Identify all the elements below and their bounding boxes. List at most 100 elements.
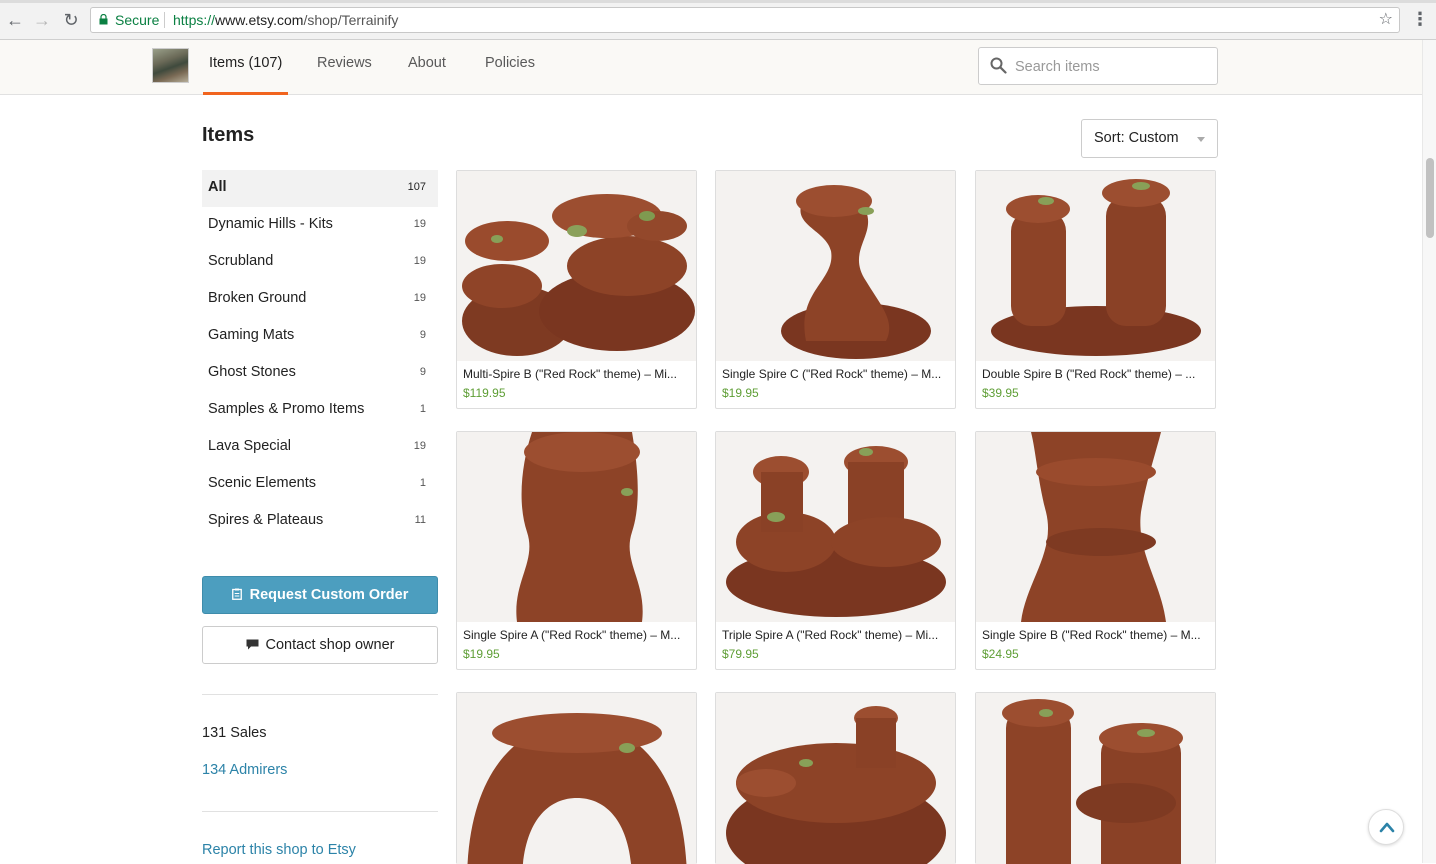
forward-arrow-icon[interactable]: → — [31, 9, 53, 31]
category-label: Spires & Plateaus — [208, 512, 324, 528]
listing-image[interactable] — [716, 171, 955, 361]
listing-title[interactable]: Single Spire A ("Red Rock" theme) – M... — [463, 628, 691, 642]
listing-card[interactable] — [715, 692, 956, 864]
request-custom-order-label: Request Custom Order — [249, 587, 409, 603]
address-separator — [164, 12, 165, 28]
address-bar[interactable]: Secure https://www.etsy.com/shop/Terrain… — [90, 7, 1400, 33]
listing-card[interactable]: Double Spire B ("Red Rock" theme) – ... … — [975, 170, 1216, 409]
category-item-all[interactable]: All 107 — [202, 170, 438, 207]
category-item-samples[interactable]: Samples & Promo Items 1 — [202, 392, 438, 429]
listing-image[interactable] — [976, 432, 1215, 622]
star-icon[interactable]: ☆ — [1379, 8, 1393, 32]
category-count: 19 — [413, 255, 426, 267]
chevron-down-icon — [1197, 137, 1205, 142]
category-label: Samples & Promo Items — [208, 401, 365, 417]
category-count: 19 — [413, 218, 426, 230]
tab-strip — [0, 0, 1436, 3]
category-label: Broken Ground — [208, 290, 307, 306]
back-to-top-button[interactable] — [1368, 809, 1404, 845]
category-item-dynamic-hills[interactable]: Dynamic Hills - Kits 19 — [202, 207, 438, 244]
url-host: www.etsy.com — [215, 12, 304, 28]
back-arrow-icon[interactable]: ← — [4, 9, 26, 31]
category-item-broken-ground[interactable]: Broken Ground 19 — [202, 281, 438, 318]
sort-dropdown[interactable]: Sort: Custom — [1081, 119, 1218, 158]
page-scrollbar[interactable] — [1422, 40, 1436, 863]
listing-price: $119.95 — [463, 386, 506, 400]
search-box[interactable] — [978, 47, 1218, 85]
tab-reviews-label: Reviews — [317, 55, 372, 71]
scrollbar-thumb[interactable] — [1426, 158, 1434, 238]
rock-terrain-image — [716, 171, 955, 361]
listing-card[interactable]: Single Spire A ("Red Rock" theme) – M...… — [456, 431, 697, 670]
category-label: Scenic Elements — [208, 475, 316, 491]
shop-avatar[interactable] — [152, 48, 189, 83]
rock-terrain-image — [716, 432, 955, 622]
listing-image[interactable] — [457, 432, 696, 622]
tab-items-label: Items (107) — [209, 55, 283, 71]
page-title: Items — [202, 124, 255, 146]
clipboard-icon — [231, 588, 242, 600]
chevron-up-icon — [1379, 822, 1395, 833]
search-icon — [990, 57, 1007, 74]
category-count: 9 — [419, 329, 426, 341]
rock-terrain-image — [716, 693, 955, 864]
tab-about-label: About — [408, 55, 446, 71]
lock-icon — [99, 14, 108, 25]
active-tab-underline — [203, 92, 289, 95]
tab-about[interactable]: About — [408, 40, 446, 95]
sort-label: Sort: Custom — [1094, 130, 1179, 146]
sidebar-divider — [202, 811, 438, 812]
tab-policies-label: Policies — [485, 55, 535, 71]
listing-card[interactable]: Triple Spire A ("Red Rock" theme) – Mi..… — [715, 431, 956, 670]
listing-image[interactable] — [716, 432, 955, 622]
listing-image[interactable] — [716, 693, 955, 864]
listing-title[interactable]: Multi-Spire B ("Red Rock" theme) – Mi... — [463, 367, 691, 381]
listing-image[interactable] — [976, 693, 1215, 864]
search-input[interactable] — [1015, 56, 1205, 78]
listing-card[interactable]: Single Spire C ("Red Rock" theme) – M...… — [715, 170, 956, 409]
listing-image[interactable] — [976, 171, 1215, 361]
category-item-scenic-elements[interactable]: Scenic Elements 1 — [202, 466, 438, 503]
admirers-link[interactable]: 134 Admirers — [202, 762, 287, 778]
rock-terrain-image — [457, 432, 696, 622]
listing-card[interactable] — [456, 692, 697, 864]
sales-count: 131 Sales — [202, 725, 267, 741]
listing-card[interactable] — [975, 692, 1216, 864]
listing-price: $39.95 — [982, 386, 1019, 400]
category-item-ghost-stones[interactable]: Ghost Stones 9 — [202, 355, 438, 392]
browser-toolbar: ← → ↻ Secure https://www.etsy.com/shop/T… — [0, 0, 1436, 40]
listing-title[interactable]: Double Spire B ("Red Rock" theme) – ... — [982, 367, 1210, 381]
contact-shop-owner-label: Contact shop owner — [265, 637, 395, 653]
listing-card[interactable]: Multi-Spire B ("Red Rock" theme) – Mi...… — [456, 170, 697, 409]
tab-items[interactable]: Items (107) — [203, 40, 289, 95]
rock-terrain-image — [976, 693, 1215, 864]
category-count: 1 — [419, 477, 426, 489]
contact-shop-owner-button[interactable]: Contact shop owner — [202, 626, 438, 664]
tab-reviews[interactable]: Reviews — [317, 40, 372, 95]
reload-icon[interactable]: ↻ — [60, 9, 82, 31]
tab-policies[interactable]: Policies — [485, 40, 535, 95]
category-item-spires-plateaus[interactable]: Spires & Plateaus 11 — [202, 503, 438, 540]
listing-card[interactable]: Single Spire B ("Red Rock" theme) – M...… — [975, 431, 1216, 670]
category-item-scrubland[interactable]: Scrubland 19 — [202, 244, 438, 281]
listing-image[interactable] — [457, 693, 696, 864]
sidebar-divider — [202, 694, 438, 695]
rock-terrain-image — [976, 171, 1215, 361]
listing-image[interactable] — [457, 171, 696, 361]
rock-terrain-image — [457, 693, 696, 864]
category-label: Ghost Stones — [208, 364, 296, 380]
request-custom-order-button[interactable]: Request Custom Order — [202, 576, 438, 614]
category-list: All 107 Dynamic Hills - Kits 19 Scrubland 1… — [202, 170, 438, 540]
report-shop-link[interactable]: Report this shop to Etsy — [202, 842, 356, 858]
listing-title[interactable]: Single Spire C ("Red Rock" theme) – M... — [722, 367, 950, 381]
category-label: Scrubland — [208, 253, 274, 269]
category-count: 9 — [419, 366, 426, 378]
listing-title[interactable]: Single Spire B ("Red Rock" theme) – M... — [982, 628, 1210, 642]
category-item-lava-special[interactable]: Lava Special 19 — [202, 429, 438, 466]
category-label: Lava Special — [208, 438, 292, 454]
kebab-menu-icon[interactable]: ⋮ — [1411, 9, 1429, 31]
category-item-gaming-mats[interactable]: Gaming Mats 9 — [202, 318, 438, 355]
listing-price: $19.95 — [722, 386, 759, 400]
listing-title[interactable]: Triple Spire A ("Red Rock" theme) – Mi..… — [722, 628, 950, 642]
category-label: Gaming Mats — [208, 327, 295, 343]
